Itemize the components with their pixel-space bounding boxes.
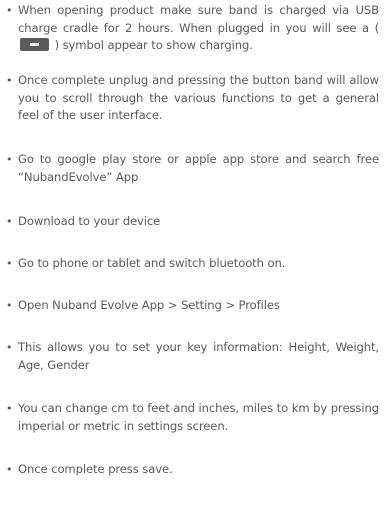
bullet: •	[6, 4, 13, 17]
item-text: Once complete press save.	[18, 462, 173, 476]
item-text: Once complete unplug and pressing the bu…	[18, 73, 379, 122]
list-item: • This allows you to set your key inform…	[5, 339, 379, 374]
list-item: • Open Nuband Evolve App > Setting > Pro…	[5, 297, 379, 315]
bullet: •	[6, 463, 13, 476]
bullet: •	[6, 402, 13, 415]
item-text: Go to google play store or apple app sto…	[18, 152, 379, 184]
item-text: Open Nuband Evolve App > Setting > Profi…	[18, 298, 280, 312]
list-item: • Go to google play store or apple app s…	[5, 151, 379, 186]
item-text: This allows you to set your key informat…	[18, 340, 379, 372]
list-item: • Go to phone or tablet and switch bluet…	[5, 255, 379, 273]
bullet: •	[6, 74, 13, 87]
item-text: Download to your device	[18, 214, 161, 228]
bullet: •	[6, 299, 13, 312]
list-item: • Once complete unplug and pressing the …	[5, 72, 379, 125]
list-item: • Download to your device	[5, 213, 379, 231]
bullet: •	[6, 341, 13, 354]
item-text-after: ) symbol appear to show charging.	[51, 38, 253, 52]
list-item: • When opening product make sure band is…	[5, 2, 379, 55]
bullet: •	[6, 215, 13, 228]
battery-charging-icon	[20, 38, 49, 51]
item-text: You can change cm to feet and inches, mi…	[18, 401, 379, 433]
item-text: Go to phone or tablet and switch bluetoo…	[18, 256, 286, 270]
item-text-before: When opening product make sure band is c…	[18, 3, 379, 35]
list-item: • Once complete press save.	[5, 461, 379, 479]
bullet: •	[6, 153, 13, 166]
bullet: •	[6, 257, 13, 270]
list-item: • You can change cm to feet and inches, …	[5, 400, 379, 435]
